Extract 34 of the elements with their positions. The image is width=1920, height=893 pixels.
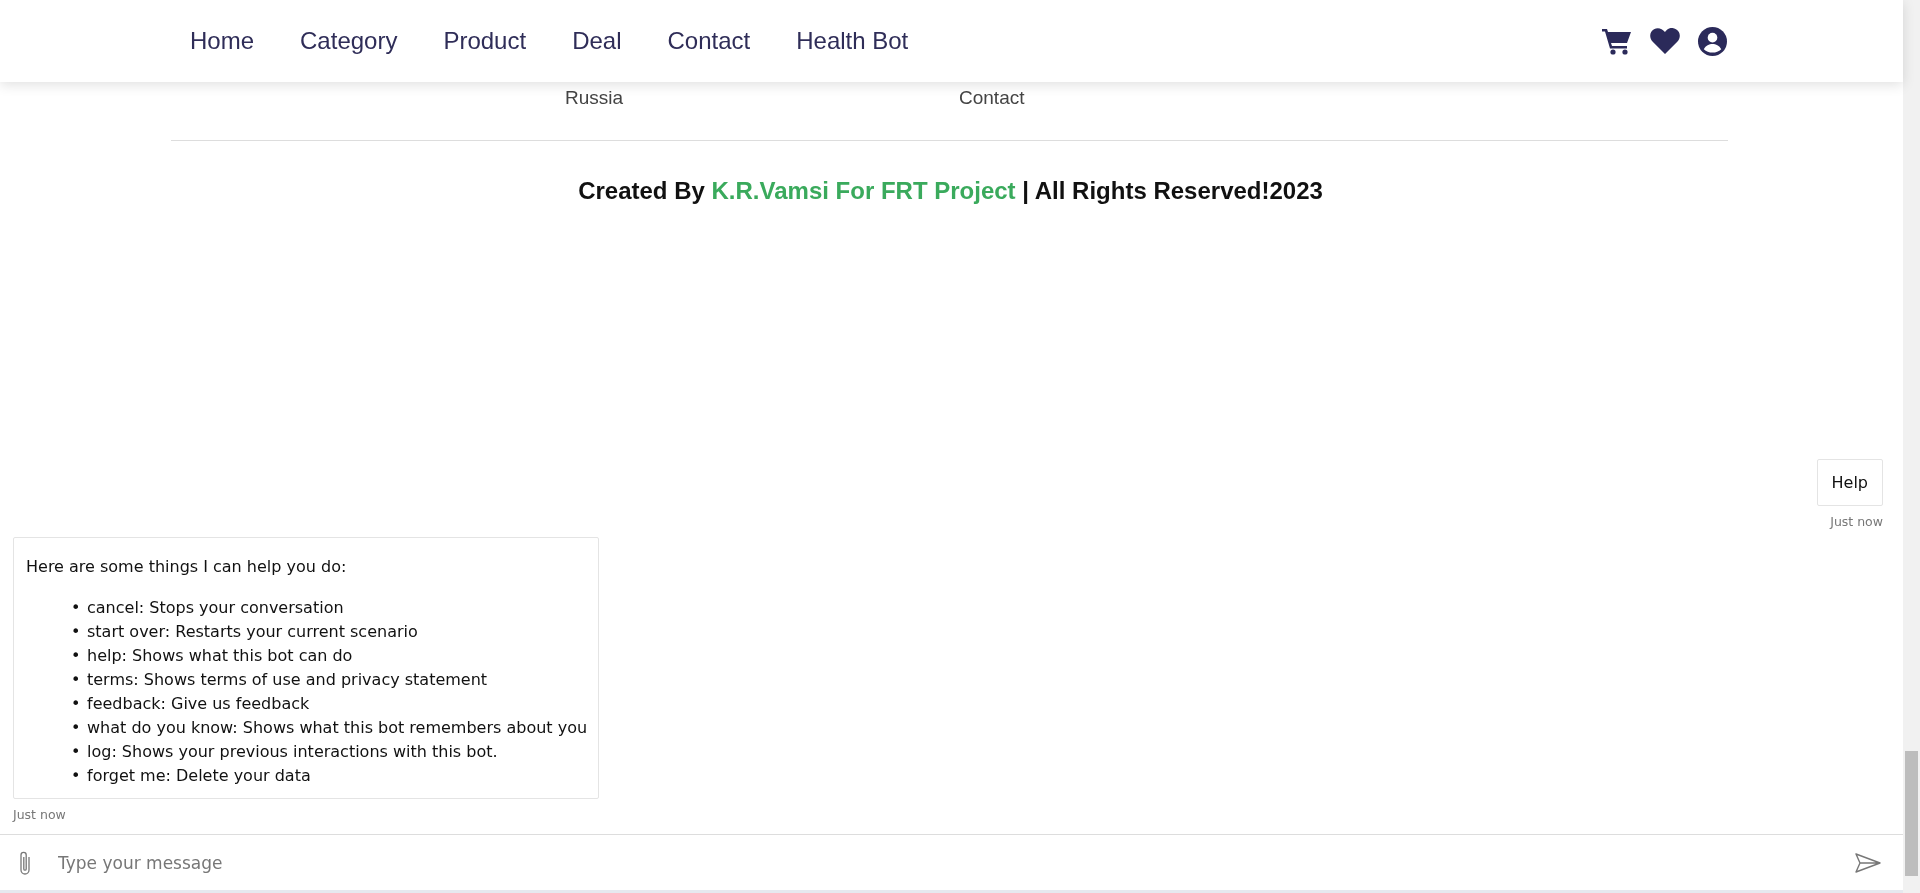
message-timestamp: Just now bbox=[13, 807, 66, 822]
message-input-field[interactable]: Type your message bbox=[56, 846, 1831, 879]
footer-credit: Created By K.R.Vamsi For FRT Project | All Rights Reserved!2023 bbox=[577, 177, 1324, 205]
message-timestamp: Just now bbox=[1830, 514, 1883, 529]
list-bullet: • bbox=[71, 669, 79, 691]
cart-icon[interactable] bbox=[1602, 27, 1632, 55]
command-list-item: what do you know: Shows what this bot remembers about you bbox=[87, 717, 588, 739]
nav-link[interactable]: Contact bbox=[667, 27, 751, 55]
command-list-item: log: Shows your previous interactions with this bot. bbox=[87, 741, 498, 763]
list-bullet: • bbox=[71, 741, 79, 763]
list-bullet: • bbox=[71, 717, 79, 739]
list-bullet: • bbox=[71, 621, 79, 643]
nav-link[interactable]: Home bbox=[190, 27, 255, 55]
list-bullet: • bbox=[71, 597, 79, 619]
command-list-item: feedback: Give us feedback bbox=[87, 693, 310, 715]
heart-icon[interactable] bbox=[1650, 28, 1680, 54]
nav-link[interactable]: Product bbox=[443, 27, 527, 55]
footer-column-heading: Contact bbox=[959, 87, 1026, 109]
list-bullet: • bbox=[71, 765, 79, 787]
user-message-bubble: Help bbox=[1816, 459, 1883, 506]
nav-link[interactable]: Deal bbox=[572, 27, 622, 55]
command-list-item: terms: Shows terms of use and privacy statement bbox=[87, 669, 488, 691]
command-list-item: start over: Restarts your current scenario bbox=[87, 621, 418, 643]
command-list-item: forget me: Delete your data bbox=[87, 765, 311, 787]
list-bullet: • bbox=[71, 645, 79, 667]
command-list-item: help: Shows what this bot can do bbox=[87, 645, 353, 667]
message-text: Here are some things I can help you do: bbox=[26, 556, 348, 578]
nav-link[interactable]: Category bbox=[300, 27, 398, 55]
send-icon[interactable] bbox=[1855, 852, 1881, 873]
nav-link[interactable]: Health Bot bbox=[796, 27, 909, 55]
list-bullet: • bbox=[71, 693, 79, 715]
user-avatar-icon[interactable] bbox=[1698, 26, 1727, 56]
footer-column-heading: Russia bbox=[565, 87, 625, 109]
command-list-item: cancel: Stops your conversation bbox=[87, 597, 344, 619]
